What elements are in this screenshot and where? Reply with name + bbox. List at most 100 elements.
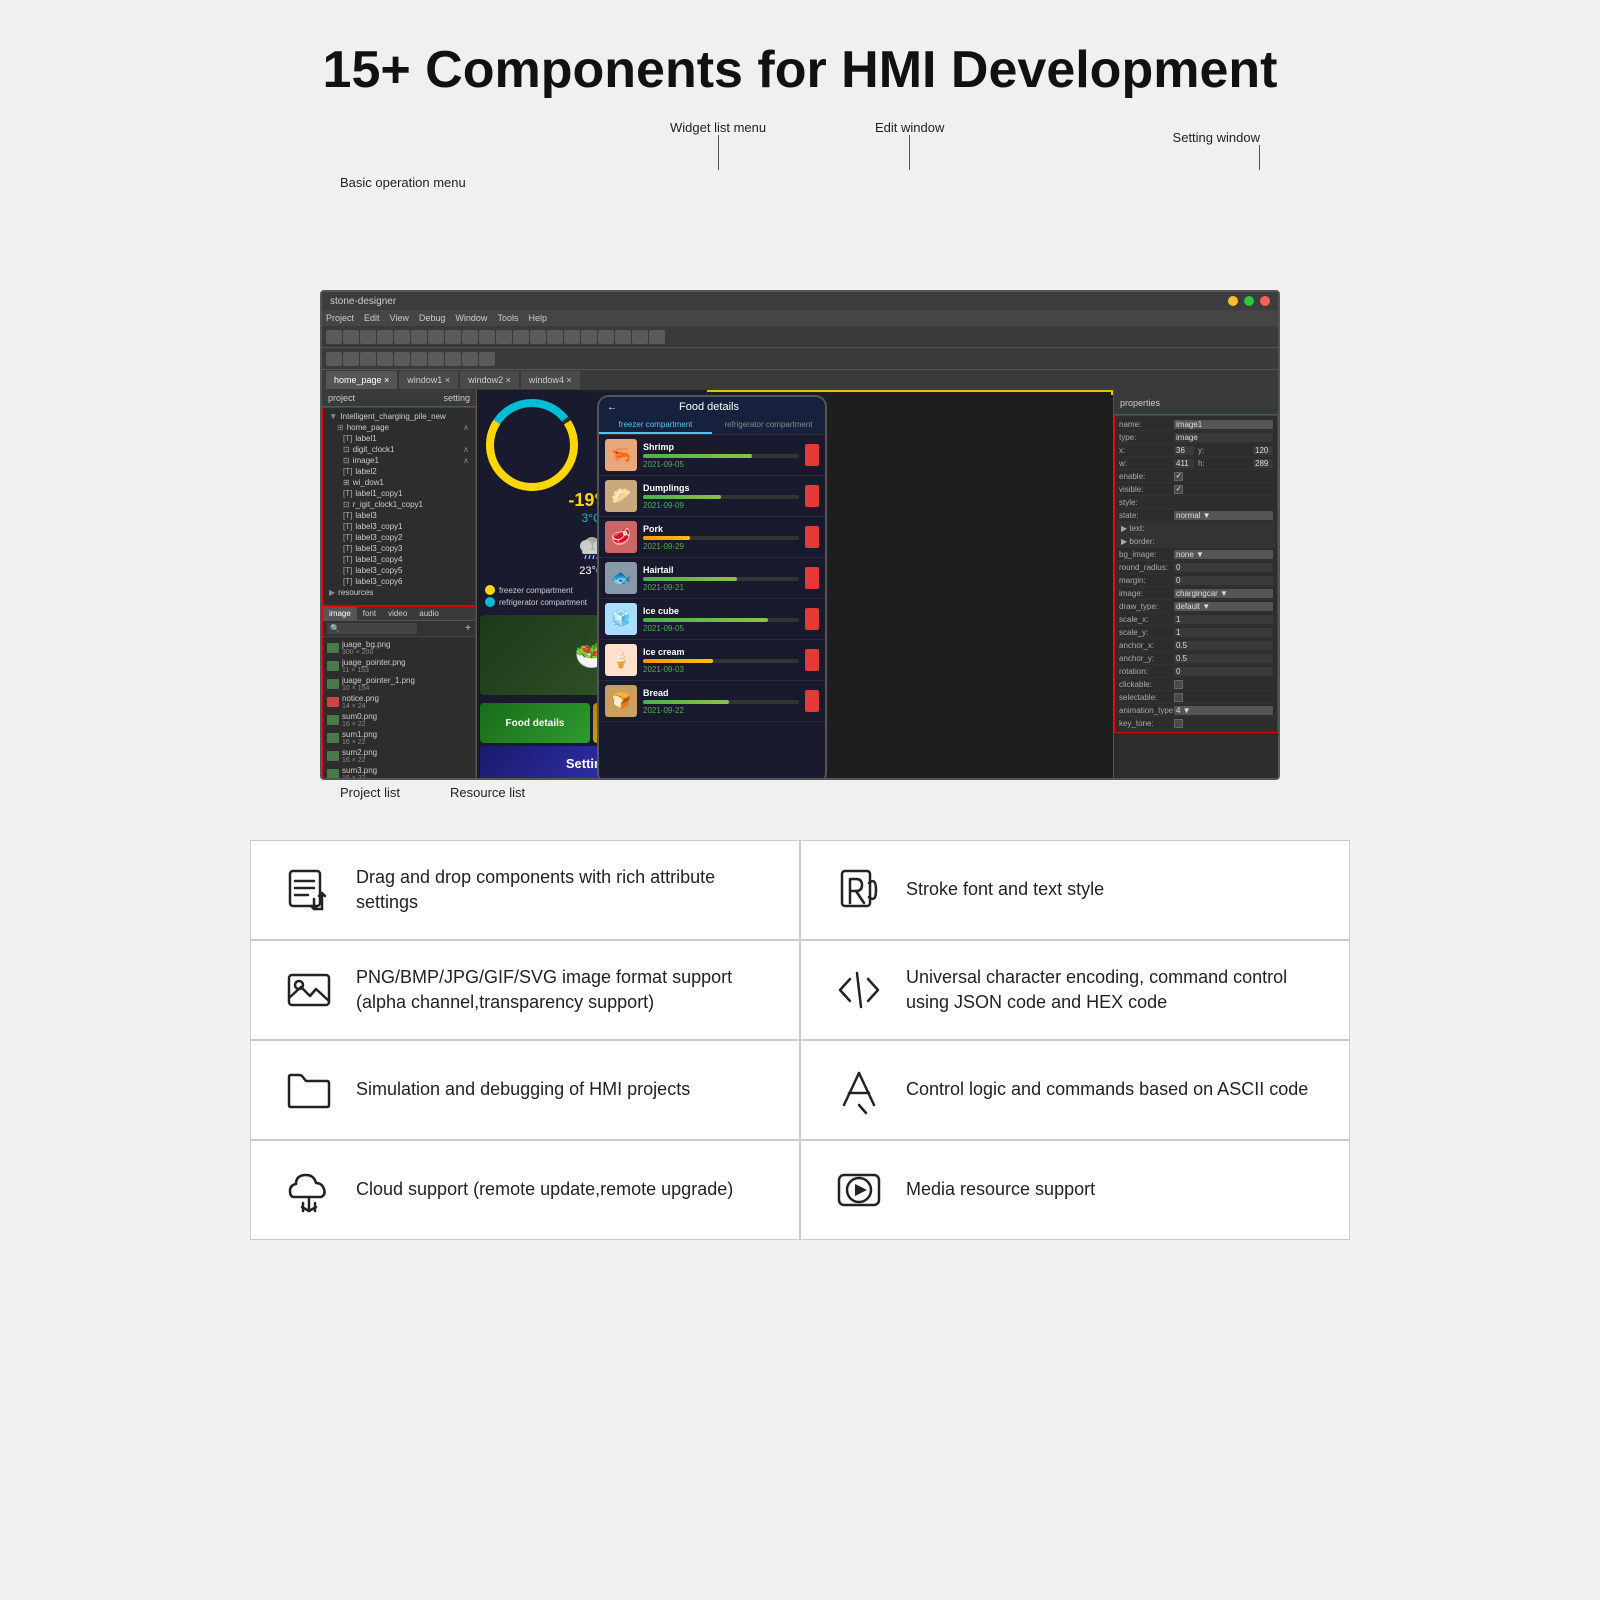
prop-keytone-checkbox[interactable] [1174,719,1183,728]
prop-w-value: 411 [1174,459,1194,468]
toolbar-btn-27[interactable] [428,352,444,366]
feature-ascii-text: Control logic and commands based on ASCI… [906,1077,1308,1102]
toolbar-btn-18[interactable] [615,330,631,344]
food-delete-bread[interactable] [805,690,819,712]
menu-tools[interactable]: Tools [497,313,518,323]
toolbar-btn-2[interactable] [343,330,359,344]
toolbar-btn-19[interactable] [632,330,648,344]
food-delete-pork[interactable] [805,526,819,548]
project-item-label3c5[interactable]: [T] label3_copy5 [325,565,473,576]
resource-item-3: juage_pointer_1.png 10 × 154 [325,675,473,693]
toolbar-btn-11[interactable] [496,330,512,344]
project-item-label1[interactable]: [T] label1 [325,433,473,444]
toolbar-btn-21[interactable] [326,352,342,366]
project-item-label1c[interactable]: [T] label1_copy1 [325,488,473,499]
food-item-icecube: 🧊 Ice cube 2021-09-05 [599,599,825,640]
project-item-label3c3[interactable]: [T] label3_copy3 [325,543,473,554]
feature-drag-drop-text: Drag and drop components with rich attri… [356,865,769,915]
toolbar-btn-26[interactable] [411,352,427,366]
prop-selectable-checkbox[interactable] [1174,693,1183,702]
resource-item-8: sum3.png 16 × 22 [325,765,473,780]
prop-animtype-value[interactable]: 4 ▼ [1174,706,1273,715]
toolbar-btn-30[interactable] [479,352,495,366]
toolbar-btn-24[interactable] [377,352,393,366]
toolbar-btn-6[interactable] [411,330,427,344]
menu-view[interactable]: View [390,313,409,323]
tab-window1[interactable]: window1 × [399,371,458,389]
toolbar-btn-23[interactable] [360,352,376,366]
food-delete-icecream[interactable] [805,649,819,671]
project-item-home[interactable]: ⊞ home_page ∧ [325,422,473,433]
project-item-label3[interactable]: [T] label3 [325,510,473,521]
tab-home-page[interactable]: home_page × [326,371,397,389]
food-delete-icecube[interactable] [805,608,819,630]
phone-back[interactable]: ← [607,402,617,413]
prop-bgimage-value[interactable]: none ▼ [1174,550,1273,559]
toolbar-btn-15[interactable] [564,330,580,344]
toolbar-btn-8[interactable] [445,330,461,344]
nav-food-details[interactable]: Food details [480,703,590,743]
project-item-label3c4[interactable]: [T] label3_copy4 [325,554,473,565]
feature-drag-drop: Drag and drop components with rich attri… [250,840,800,940]
close-btn[interactable] [1260,296,1270,306]
resource-name-7: sum2.png [342,748,377,757]
resource-tab-image[interactable]: image [323,607,357,620]
toolbar-btn-17[interactable] [598,330,614,344]
toolbar-btn-10[interactable] [479,330,495,344]
project-item-clockc[interactable]: ⊡ r_igit_clock1_copy1 [325,499,473,510]
toolbar-btn-5[interactable] [394,330,410,344]
prop-enable-checkbox[interactable]: ✓ [1174,472,1183,481]
toolbar-btn-3[interactable] [360,330,376,344]
font-icon-wrapper [831,863,886,918]
minimize-btn[interactable] [1228,296,1238,306]
add-resource-btn[interactable]: + [465,623,471,634]
toolbar-btn-29[interactable] [462,352,478,366]
toolbar-btn-9[interactable] [462,330,478,344]
toolbar-btn-28[interactable] [445,352,461,366]
properties-content: name: image1 type: image x: 36 y: 120 w:… [1114,415,1278,733]
toolbar-btn-16[interactable] [581,330,597,344]
menu-debug[interactable]: Debug [419,313,446,323]
project-item-widow1[interactable]: ⊞ wi_dow1 [325,477,473,488]
toolbar-btn-20[interactable] [649,330,665,344]
tab-window2[interactable]: window2 × [460,371,519,389]
resource-tab-video[interactable]: video [382,607,413,620]
toolbar-btn-25[interactable] [394,352,410,366]
resource-tab-audio[interactable]: audio [413,607,445,620]
menu-window[interactable]: Window [455,313,487,323]
toolbar-btn-13[interactable] [530,330,546,344]
project-item-label3c2[interactable]: [T] label3_copy2 [325,532,473,543]
project-item-label3c1[interactable]: [T] label3_copy1 [325,521,473,532]
menu-edit[interactable]: Edit [364,313,380,323]
resource-search-input[interactable] [327,623,417,634]
toolbar-btn-14[interactable] [547,330,563,344]
project-item-clock[interactable]: ⊡ digit_clock1 ∧ [325,444,473,455]
properties-title: properties [1120,398,1160,408]
resource-name-8: sum3.png [342,766,377,775]
prop-image-value[interactable]: chargingcar ▼ [1174,589,1273,598]
toolbar-btn-1[interactable] [326,330,342,344]
phone-tab-refrigerator[interactable]: refrigerator compartment [712,417,825,434]
prop-state-value[interactable]: normal ▼ [1174,511,1273,520]
food-delete-hairtail[interactable] [805,567,819,589]
project-item-label3c6[interactable]: [T] label3_copy6 [325,576,473,587]
prop-clickable-checkbox[interactable] [1174,680,1183,689]
prop-drawtype-value[interactable]: default ▼ [1174,602,1273,611]
prop-visible-checkbox[interactable]: ✓ [1174,485,1183,494]
phone-tab-freezer[interactable]: freezer compartment [599,417,712,434]
food-item-hairtail: 🐟 Hairtail 2021-09-21 [599,558,825,599]
project-item-image[interactable]: ⊡ image1 ∧ [325,455,473,466]
food-delete-shrimp[interactable] [805,444,819,466]
resource-tab-font[interactable]: font [357,607,382,620]
project-item-label2[interactable]: [T] label2 [325,466,473,477]
toolbar-btn-7[interactable] [428,330,444,344]
tab-window4[interactable]: window4 × [521,371,580,389]
menu-project[interactable]: Project [326,313,354,323]
food-delete-dumplings[interactable] [805,485,819,507]
toolbar-btn-22[interactable] [343,352,359,366]
toolbar-btn-12[interactable] [513,330,529,344]
menu-help[interactable]: Help [528,313,547,323]
food-info-icecream: Ice cream 2021-09-03 [643,647,799,674]
toolbar-btn-4[interactable] [377,330,393,344]
maximize-btn[interactable] [1244,296,1254,306]
